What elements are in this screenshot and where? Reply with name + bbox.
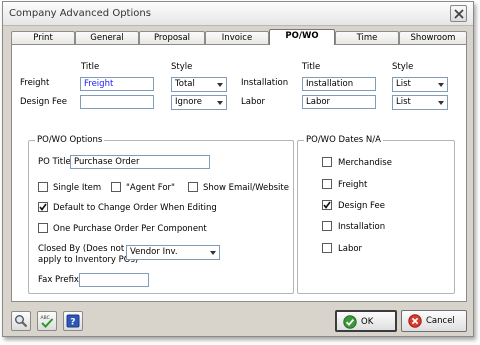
design-fee-style-value: Ignore: [175, 97, 203, 107]
checkmark-icon: [39, 203, 47, 211]
po-title-label: PO Title: [38, 157, 71, 167]
style-column-header: Style: [171, 62, 193, 72]
labor-style-select[interactable]: List: [392, 95, 448, 110]
dates-na-design-fee-checkbox[interactable]: [322, 200, 332, 210]
window-title: Company Advanced Options: [9, 8, 151, 19]
fax-prefix-label: Fax Prefix: [38, 275, 79, 285]
installation-style-value: List: [396, 79, 411, 89]
dates-na-merchandise-label: Merchandise: [338, 158, 392, 168]
dates-na-freight-label: Freight: [338, 180, 368, 190]
single-item-label: Single Item: [53, 183, 102, 193]
tab-print[interactable]: Print: [11, 31, 75, 44]
one-po-per-component-checkbox[interactable]: [38, 223, 48, 233]
tab-label: Print: [33, 33, 53, 43]
style-column-header-right: Style: [392, 62, 414, 72]
installation-style-select[interactable]: List: [392, 77, 448, 92]
dates-na-design-fee-label: Design Fee: [338, 201, 385, 211]
ok-label: OK: [361, 317, 374, 327]
tab-showroom[interactable]: Showroom: [399, 31, 467, 44]
tab-panel-po-wo: Title Style Title Style Freight Freight …: [11, 44, 467, 302]
check-icon: [343, 315, 357, 329]
show-email-website-label: Show Email/Website: [203, 183, 289, 193]
svg-text:ABC: ABC: [41, 315, 50, 321]
po-wo-dates-na-group: PO/WO Dates N/A Merchandise Freight Desi…: [297, 135, 455, 294]
show-email-website-checkbox[interactable]: [188, 182, 198, 192]
agent-for-checkbox[interactable]: [111, 182, 121, 192]
default-change-order-label: Default to Change Order When Editing: [53, 203, 217, 213]
closed-by-value: Vendor Inv.: [130, 247, 178, 257]
freight-title-input[interactable]: Freight: [80, 77, 154, 91]
closed-by-label-note: apply to Inventory POs): [38, 255, 139, 265]
design-fee-label: Design Fee: [20, 97, 67, 107]
help-button[interactable]: ?: [63, 311, 83, 331]
close-button[interactable]: [450, 5, 467, 22]
labor-style-value: List: [396, 97, 411, 107]
checkmark-icon: [323, 201, 331, 209]
tab-label: General: [90, 33, 124, 43]
fax-prefix-input[interactable]: [79, 273, 149, 287]
chevron-down-icon: [217, 101, 223, 105]
tab-label: PO/WO: [285, 31, 319, 41]
tab-strip: Print General Proposal Invoice PO/WO Tim…: [11, 29, 467, 45]
tab-label: Proposal: [153, 33, 191, 43]
single-item-checkbox[interactable]: [38, 182, 48, 192]
dates-na-labor-checkbox[interactable]: [322, 243, 332, 253]
dates-na-freight-checkbox[interactable]: [322, 179, 332, 189]
chevron-down-icon: [438, 83, 444, 87]
po-wo-dates-na-legend: PO/WO Dates N/A: [304, 135, 383, 145]
one-po-per-component-label: One Purchase Order Per Component: [53, 224, 207, 234]
po-wo-options-legend: PO/WO Options: [35, 135, 105, 145]
chevron-down-icon: [210, 251, 216, 255]
freight-style-select[interactable]: Total: [171, 77, 227, 92]
bottom-toolbar: ABC ? OK Cancel: [3, 304, 473, 337]
tab-proposal[interactable]: Proposal: [139, 31, 205, 44]
freight-label: Freight: [20, 78, 50, 88]
dates-na-labor-label: Labor: [338, 244, 363, 254]
dates-na-merchandise-checkbox[interactable]: [322, 157, 332, 167]
search-icon: [15, 315, 28, 328]
title-bar: Company Advanced Options: [3, 2, 473, 26]
po-wo-options-group: PO/WO Options PO Title Purchase Order Si…: [28, 135, 294, 294]
tab-invoice[interactable]: Invoice: [205, 31, 269, 44]
close-icon: [454, 9, 464, 19]
cancel-label: Cancel: [426, 316, 455, 326]
ok-button[interactable]: OK: [335, 310, 397, 332]
freight-style-value: Total: [175, 79, 195, 89]
search-button[interactable]: [11, 311, 31, 331]
svg-text:?: ?: [70, 318, 75, 328]
design-fee-title-input[interactable]: [80, 95, 154, 109]
agent-for-label: "Agent For": [126, 183, 175, 193]
po-title-input[interactable]: Purchase Order: [70, 155, 210, 169]
tab-general[interactable]: General: [75, 31, 139, 44]
spellcheck-button[interactable]: ABC: [37, 311, 57, 331]
cancel-button[interactable]: Cancel: [401, 310, 467, 332]
chevron-down-icon: [438, 101, 444, 105]
labor-label: Labor: [241, 97, 266, 107]
title-column-header: Title: [81, 62, 100, 72]
installation-title-input[interactable]: Installation: [302, 77, 376, 91]
dialog-window: Company Advanced Options Print General P…: [2, 1, 474, 337]
tab-label: Time: [356, 33, 378, 43]
tab-time[interactable]: Time: [335, 31, 399, 44]
spellcheck-icon: ABC: [41, 315, 54, 328]
design-fee-style-select[interactable]: Ignore: [171, 95, 227, 110]
tab-po-wo[interactable]: PO/WO: [269, 29, 335, 45]
labor-title-input[interactable]: Labor: [302, 95, 376, 109]
dates-na-installation-label: Installation: [338, 222, 386, 232]
tab-label: Showroom: [410, 33, 456, 43]
closed-by-label: Closed By (Does not: [38, 244, 125, 254]
dates-na-installation-checkbox[interactable]: [322, 221, 332, 231]
title-column-header-right: Title: [302, 62, 321, 72]
installation-label: Installation: [241, 78, 289, 88]
chevron-down-icon: [217, 83, 223, 87]
cancel-icon: [408, 314, 422, 328]
default-change-order-checkbox[interactable]: [38, 202, 48, 212]
help-icon: ?: [66, 314, 80, 328]
closed-by-select[interactable]: Vendor Inv.: [126, 245, 220, 260]
tab-label: Invoice: [221, 33, 253, 43]
